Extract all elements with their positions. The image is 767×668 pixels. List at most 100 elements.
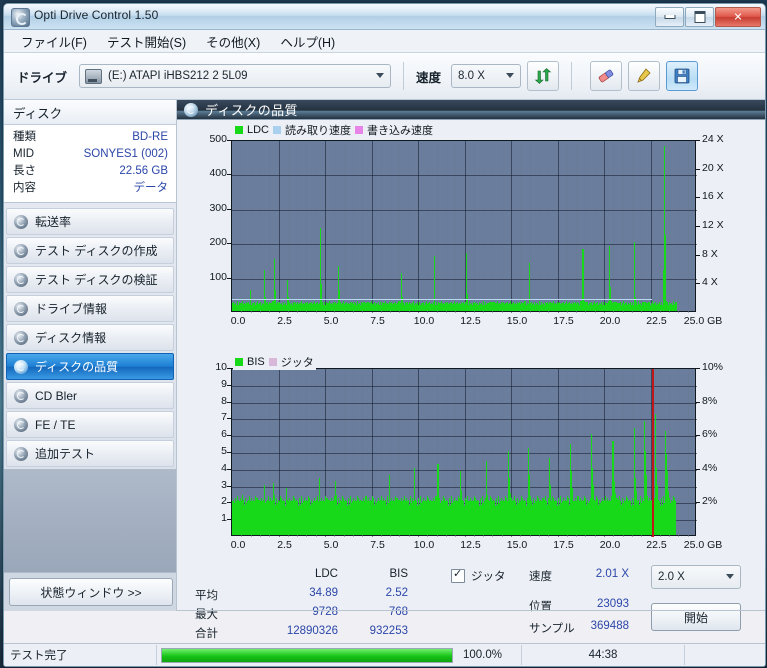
gridline-minor xyxy=(380,141,382,313)
y-axis-tick-label: 10 xyxy=(215,361,227,373)
y2-axis-tick-label: 16 X xyxy=(702,190,724,203)
sidebar-item-fe-te[interactable]: FE / TE xyxy=(6,411,174,438)
chart-bis[interactable]: BIS ジッタ 1 2 3 4 5 6 7 8 9 10 2% 4% 6% 8% 10% 0.0 2.5 5.0 7.5… xyxy=(183,354,759,564)
stats-total-bis: 932253 xyxy=(369,625,408,637)
disc-icon xyxy=(14,330,28,345)
chart-bar xyxy=(675,501,677,535)
y-axis-tick-label: 8 xyxy=(221,394,227,407)
y-axis-tick-label: 400 xyxy=(209,167,227,180)
stats-divider xyxy=(177,610,765,611)
chevron-down-icon xyxy=(726,574,734,579)
sidebar-item-label: FE / TE xyxy=(35,417,76,432)
save-icon xyxy=(674,68,690,84)
stats-row-avg-label: 平均 xyxy=(195,590,218,602)
gridline-minor xyxy=(473,141,475,313)
elapsed-time: 44:38 xyxy=(522,645,685,665)
app-icon xyxy=(11,8,30,27)
clean-button[interactable] xyxy=(628,61,661,91)
sidebar-item-additional-tests[interactable]: 追加テスト xyxy=(6,440,174,467)
menu-other[interactable]: その他(X) xyxy=(197,30,269,53)
state-window-button[interactable]: 状態ウィンドウ >> xyxy=(9,578,173,606)
drive-label: ドライブ xyxy=(17,70,68,85)
test-speed-select[interactable]: 2.0 X xyxy=(651,565,741,589)
legend-swatch xyxy=(273,126,282,134)
gridline-horizontal xyxy=(232,469,697,471)
gridline-minor xyxy=(445,141,447,313)
y-axis-tick-label: 4 xyxy=(221,461,227,474)
plot-area[interactable] xyxy=(231,368,697,537)
sidebar-item-disc-info[interactable]: ディスク情報 xyxy=(6,324,174,351)
y2-axis-tick-label: 10% xyxy=(702,361,724,373)
disc-icon xyxy=(14,446,28,461)
y-axis-tick xyxy=(227,418,231,420)
refresh-button[interactable] xyxy=(527,61,560,91)
save-button[interactable] xyxy=(666,61,699,91)
gridline-minor xyxy=(538,141,540,313)
y2-axis-tick xyxy=(696,140,700,141)
jitter-checkbox[interactable] xyxy=(451,567,465,583)
gridline-major xyxy=(371,141,373,313)
stats-col-bis: BIS xyxy=(389,568,408,580)
gridline-major xyxy=(650,141,652,313)
x-axis-tick-label: 5.0 xyxy=(323,315,339,327)
plot-area[interactable] xyxy=(231,140,697,313)
toolbar-separator-1 xyxy=(403,62,405,90)
close-button[interactable]: ✕ xyxy=(715,7,761,27)
x-axis-tick-label: 10.0 xyxy=(413,539,435,551)
sidebar-item-transfer-rate[interactable]: 転送率 xyxy=(6,208,174,235)
menu-file[interactable]: ファイル(F) xyxy=(12,30,96,53)
gridline-minor xyxy=(641,141,643,313)
x-axis-tick-label: 25.0 GB xyxy=(683,539,723,551)
gridline-minor xyxy=(352,141,354,313)
sidebar-item-cd-bler[interactable]: CD Bler xyxy=(6,382,174,409)
speed-select[interactable]: 8.0 X xyxy=(451,64,522,88)
gridline-minor xyxy=(427,141,429,313)
gridline-major xyxy=(278,141,280,313)
menu-help[interactable]: ヘルプ(H) xyxy=(271,30,344,53)
toolbar: ドライブ (E:) ATAPI iHBS212 2 5L09 速度 8.0 X xyxy=(4,53,765,100)
stats-row-total-label: 合計 xyxy=(195,628,218,640)
x-axis-tick-label: 22.5 xyxy=(646,539,667,551)
x-axis-tick-label: 7.5 xyxy=(370,539,385,551)
y-axis-tick-label: 5 xyxy=(221,445,227,457)
y-axis-tick xyxy=(227,277,231,279)
gridline-horizontal xyxy=(232,244,697,246)
y-axis-tick-label: 1 xyxy=(221,512,227,525)
maximize-icon xyxy=(694,11,705,23)
y2-axis-tick-label: 8% xyxy=(702,394,718,407)
legend-swatch xyxy=(268,358,277,366)
disc-icon xyxy=(14,272,28,287)
sidebar-item-label: ドライブ情報 xyxy=(35,302,108,316)
sidebar-item-verify-test-disc[interactable]: テスト ディスクの検証 xyxy=(6,266,174,293)
x-axis-tick-label: 7.5 xyxy=(370,315,385,327)
chart-ldc[interactable]: LDC 読み取り速度 書き込み速度 100 200 300 400 500 4 X 8 X 12 X… xyxy=(183,122,759,354)
gridline-minor xyxy=(576,141,578,313)
pane-header: ディスクの品質 xyxy=(177,100,765,120)
gridline-minor xyxy=(548,141,550,313)
gridline-minor xyxy=(585,141,587,313)
test-speed-value: 2.0 X xyxy=(658,571,685,583)
x-axis-tick-label: 0.0 xyxy=(230,315,246,327)
x-axis-tick-label: 2.5 xyxy=(277,539,292,551)
disc-icon xyxy=(14,214,28,229)
sidebar-item-label: ディスクの品質 xyxy=(35,360,119,374)
y-axis-tick xyxy=(227,452,231,453)
gridline-horizontal xyxy=(232,278,697,280)
sidebar-item-drive-info[interactable]: ドライブ情報 xyxy=(6,295,174,322)
sidebar-nav: 転送率 テスト ディスクの作成 テスト ディスクの検証 ドライブ情報 ディスク情… xyxy=(4,203,176,469)
minimize-button[interactable] xyxy=(655,7,684,27)
start-button[interactable]: 開始 xyxy=(651,603,741,631)
legend-swatch xyxy=(235,126,243,134)
y-axis-tick-label: 3 xyxy=(221,478,227,491)
y-axis-tick xyxy=(227,435,231,437)
erase-button[interactable] xyxy=(590,61,623,91)
menu-start-test[interactable]: テスト開始(S) xyxy=(98,30,195,53)
sidebar-item-disc-quality[interactable]: ディスクの品質 xyxy=(6,353,174,380)
x-axis-tick-label: 17.5 xyxy=(553,539,574,551)
sidebar-item-create-test-disc[interactable]: テスト ディスクの作成 xyxy=(6,237,174,264)
drive-select[interactable]: (E:) ATAPI iHBS212 2 5L09 xyxy=(79,64,392,88)
maximize-button[interactable] xyxy=(685,7,714,27)
cursor-line[interactable] xyxy=(651,369,654,537)
gridline-minor xyxy=(455,141,457,313)
disk-info-panel: 種類 BD-RE MID SONYES1 (002) 長さ 22.56 GB 内… xyxy=(4,125,176,203)
